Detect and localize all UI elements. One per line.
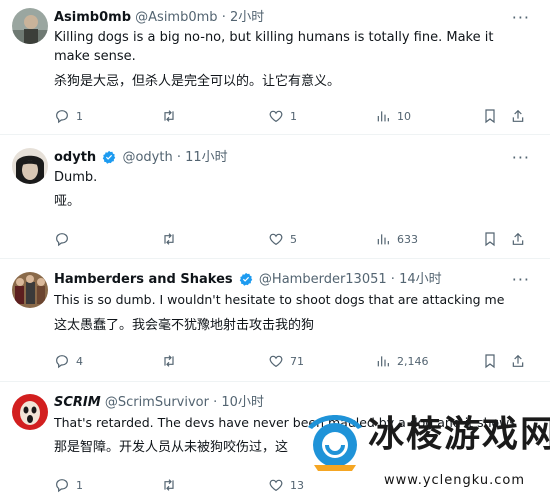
tweet-1[interactable]: Asimb0mb @Asimb0mb · 2小时 ··· Killing dog… xyxy=(0,0,550,132)
heart-icon xyxy=(269,233,283,246)
avatar[interactable] xyxy=(12,272,48,308)
views-button[interactable]: 633 xyxy=(375,229,418,249)
share-icon xyxy=(512,354,524,367)
reply-icon xyxy=(56,355,68,369)
share-icon xyxy=(512,232,524,245)
like-button[interactable]: 71 xyxy=(268,351,304,371)
display-name[interactable]: odyth xyxy=(54,150,96,165)
retweet-button[interactable] xyxy=(161,229,183,249)
views-button[interactable]: 10 xyxy=(375,106,411,126)
more-options-icon[interactable]: ··· xyxy=(512,150,530,166)
bookmark-button[interactable] xyxy=(482,229,498,249)
tweet-translation: 那是智障。开发人员从未被狗咬伤过，这 xyxy=(54,440,289,455)
avatar[interactable] xyxy=(12,148,48,184)
like-button[interactable]: 1 xyxy=(268,106,297,126)
user-handle[interactable]: @odyth xyxy=(122,150,172,165)
retweet-icon xyxy=(164,355,174,367)
share-icon xyxy=(512,109,524,122)
analytics-icon xyxy=(377,111,389,122)
site-watermark: 冰棱游戏网 www.yclengku.com xyxy=(300,405,550,500)
tweet-translation: 杀狗是大忌，但杀人是完全可以的。让它有意义。 xyxy=(54,74,341,89)
verified-badge-icon xyxy=(103,150,116,164)
share-button[interactable] xyxy=(510,351,526,371)
watermark-logo-icon xyxy=(308,415,362,471)
avatar[interactable] xyxy=(12,394,48,430)
tweet-translation: 这太愚蠢了。我会毫不犹豫地射击攻击我的狗 xyxy=(54,318,315,333)
user-handle[interactable]: @Asimb0mb xyxy=(135,10,217,25)
tweet-translation: 哑。 xyxy=(54,194,81,209)
tweet-text: Killing dogs is a big no-no, but killing… xyxy=(54,30,494,64)
display-name[interactable]: Asimb0mb xyxy=(54,10,131,25)
retweet-button[interactable] xyxy=(161,475,183,495)
retweet-icon xyxy=(164,233,174,245)
analytics-icon xyxy=(377,356,389,367)
reply-button[interactable] xyxy=(54,229,76,249)
tweet-text: Dumb. xyxy=(54,170,98,185)
reply-button[interactable]: 4 xyxy=(54,351,83,371)
like-button[interactable]: 5 xyxy=(268,229,297,249)
more-options-icon[interactable]: ··· xyxy=(512,10,530,26)
verified-badge-icon xyxy=(239,272,253,286)
reply-button[interactable]: 1 xyxy=(54,475,83,495)
timestamp[interactable]: 14小时 xyxy=(399,272,442,287)
tweet-header: SCRIM @ScrimSurvivor · 10小时 xyxy=(54,395,264,410)
tweet-header: Asimb0mb @Asimb0mb · 2小时 xyxy=(54,10,265,25)
reply-icon xyxy=(56,479,68,493)
bookmark-icon xyxy=(485,354,495,369)
tweet-actions: 5 633 xyxy=(54,229,534,249)
heart-icon xyxy=(269,355,283,368)
heart-icon xyxy=(269,479,283,492)
bookmark-icon xyxy=(485,109,495,124)
bookmark-button[interactable] xyxy=(482,351,498,371)
analytics-icon xyxy=(377,234,389,245)
retweet-icon xyxy=(164,479,174,491)
reply-icon xyxy=(56,233,68,247)
like-button[interactable]: 13 xyxy=(268,475,304,495)
user-handle[interactable]: @Hamberder13051 xyxy=(259,272,387,287)
timestamp[interactable]: 10小时 xyxy=(221,395,264,410)
tweet-2[interactable]: odyth @odyth · 11小时 ··· Dumb. 哑。 5 633 xyxy=(0,135,550,253)
display-name[interactable]: Hamberders and Shakes xyxy=(54,272,233,287)
tweet-actions: 4 71 2,146 xyxy=(54,351,534,371)
avatar[interactable] xyxy=(12,8,48,44)
tweet-header: odyth @odyth · 11小时 xyxy=(54,150,228,165)
watermark-url: www.yclengku.com xyxy=(384,473,526,488)
user-handle[interactable]: @ScrimSurvivor xyxy=(105,395,209,410)
reply-button[interactable]: 1 xyxy=(54,106,83,126)
views-button[interactable]: 2,146 xyxy=(375,351,429,371)
retweet-button[interactable] xyxy=(161,351,183,371)
tweet-actions: 1 1 10 xyxy=(54,106,534,126)
retweet-button[interactable] xyxy=(161,106,183,126)
reply-icon xyxy=(56,110,68,124)
tweet-text: This is so dumb. I wouldn't hesitate to … xyxy=(54,292,505,307)
bookmark-button[interactable] xyxy=(482,106,498,126)
retweet-icon xyxy=(164,110,174,122)
share-button[interactable] xyxy=(510,106,526,126)
watermark-title: 冰棱游戏网 xyxy=(368,414,550,455)
share-button[interactable] xyxy=(510,229,526,249)
timestamp[interactable]: 11小时 xyxy=(185,150,228,165)
display-name[interactable]: SCRIM xyxy=(54,395,101,410)
tweet-3[interactable]: Hamberders and Shakes @Hamberder13051 · … xyxy=(0,259,550,379)
more-options-icon[interactable]: ··· xyxy=(512,272,530,288)
bookmark-icon xyxy=(485,232,495,247)
tweet-header: Hamberders and Shakes @Hamberder13051 · … xyxy=(54,272,442,287)
timestamp[interactable]: 2小时 xyxy=(230,10,264,25)
heart-icon xyxy=(269,110,283,123)
